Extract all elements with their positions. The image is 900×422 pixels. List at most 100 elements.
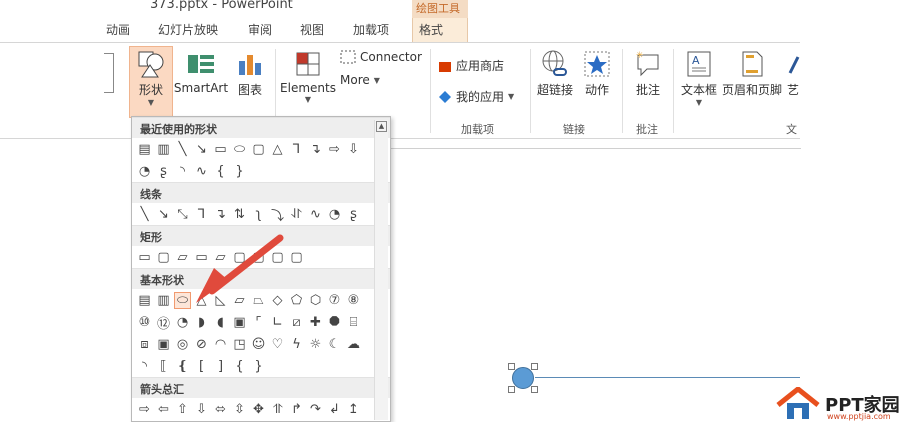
vertical-textbox-shape-icon[interactable]: ▥ xyxy=(155,292,172,309)
cross-shape-icon[interactable]: ✚ xyxy=(307,314,324,331)
left-brace-shape-icon[interactable]: { xyxy=(212,163,229,180)
cloud-shape-icon[interactable]: ☁ xyxy=(345,336,362,353)
moon-shape-icon[interactable]: ☾ xyxy=(326,336,343,353)
rounded-rect-shape-icon[interactable]: ▢ xyxy=(250,141,267,158)
resize-handle[interactable] xyxy=(508,386,515,393)
line-shape-icon[interactable]: ╲ xyxy=(174,141,191,158)
freeform-shape-icon[interactable]: ◔ xyxy=(136,163,153,180)
vertical-textbox-shape-icon[interactable]: ▥ xyxy=(155,141,172,158)
u-turn-arrow-icon[interactable]: ↷ xyxy=(307,401,324,418)
more-button[interactable]: More ▼ xyxy=(340,73,380,87)
right-brace-shape-icon[interactable]: } xyxy=(231,163,248,180)
snip-same-side-rect-icon[interactable]: ▭ xyxy=(193,249,210,266)
pie-shape-icon[interactable]: ◔ xyxy=(174,314,191,331)
slide-line-shape[interactable] xyxy=(535,377,800,378)
left-right-up-arrow-icon[interactable]: ⥣ xyxy=(269,401,286,418)
can-shape-icon[interactable]: ⌸ xyxy=(345,314,362,331)
plaque-shape-icon[interactable]: ⯃ xyxy=(326,314,343,331)
scribble-shape-icon[interactable]: ʂ xyxy=(345,206,362,223)
lightning-bolt-icon[interactable]: ϟ xyxy=(288,336,305,353)
arrow-line-shape-icon[interactable]: ↘ xyxy=(193,141,210,158)
elbow-arrow-connector-icon[interactable]: ↴ xyxy=(212,206,229,223)
right-triangle-shape-icon[interactable]: ◺ xyxy=(212,292,229,309)
double-bracket-icon[interactable]: ⟦ xyxy=(155,358,172,375)
resize-handle[interactable] xyxy=(531,386,538,393)
tab-slideshow[interactable]: 幻灯片放映 xyxy=(158,21,218,38)
curved-arrow-connector-icon[interactable]: ⤵ xyxy=(269,206,286,224)
resize-handle[interactable] xyxy=(531,363,538,370)
bevel-shape-icon[interactable]: ▣ xyxy=(155,336,172,353)
chart-button[interactable]: 图表 xyxy=(233,49,267,98)
bent-up-arrow-icon[interactable]: ↥ xyxy=(345,401,362,418)
freeform-shape-icon[interactable]: ◔ xyxy=(326,206,343,223)
oval-shape-icon[interactable]: ⬭ xyxy=(231,141,248,158)
diamond-shape-icon[interactable]: ◇ xyxy=(269,292,286,309)
no-symbol-shape-icon[interactable]: ⊘ xyxy=(193,336,210,353)
hyperlink-button[interactable]: 超链接 xyxy=(534,49,576,98)
elbow-connector-icon[interactable]: ⅂ xyxy=(193,206,210,223)
round-corner-rect-icon[interactable]: ▢ xyxy=(250,249,267,266)
elements-button[interactable]: Elements ▼ xyxy=(280,49,336,104)
oval-shape-icon[interactable]: ⬭ xyxy=(174,291,191,309)
left-brace-shape-icon[interactable]: { xyxy=(231,358,248,375)
textbox-button[interactable]: A 文本框 ▼ xyxy=(678,49,720,107)
right-arrow-shape-icon[interactable]: ⇨ xyxy=(136,401,153,418)
left-bracket-icon[interactable]: [ xyxy=(193,358,210,375)
triangle-shape-icon[interactable]: △ xyxy=(193,292,210,309)
rectangle-shape-icon[interactable]: ▭ xyxy=(212,141,229,158)
down-arrow-shape-icon[interactable]: ⇩ xyxy=(193,401,210,418)
scroll-up-icon[interactable]: ▲ xyxy=(376,121,387,132)
bent-arrow-icon[interactable]: ↱ xyxy=(288,401,305,418)
scribble-shape-icon[interactable]: ʂ xyxy=(155,163,172,180)
block-arc-shape-icon[interactable]: ◠ xyxy=(212,336,229,353)
tab-addins[interactable]: 加载项 xyxy=(353,21,389,38)
triangle-shape-icon[interactable]: △ xyxy=(269,141,286,158)
gallery-scrollbar[interactable]: ▲ xyxy=(374,120,388,420)
curve-shape-icon[interactable]: ∿ xyxy=(307,206,324,223)
parallelogram-shape-icon[interactable]: ▱ xyxy=(231,292,248,309)
tab-review[interactable]: 审阅 xyxy=(248,21,272,38)
action-button[interactable]: 动作 xyxy=(580,49,614,98)
shapes-button-content[interactable]: 形状 ▼ xyxy=(131,49,171,107)
snip-corner-rect-icon[interactable]: ▱ xyxy=(174,249,191,266)
right-bracket-icon[interactable]: ] xyxy=(212,358,229,375)
elbow-connector-icon[interactable]: ⅂ xyxy=(288,141,305,158)
octagon-shape-icon[interactable]: ⑧ xyxy=(345,292,362,309)
up-arrow-shape-icon[interactable]: ⇧ xyxy=(174,401,191,418)
diagonal-stripe-icon[interactable]: ⧄ xyxy=(288,314,305,331)
rectangle-shape-icon[interactable]: ▭ xyxy=(136,249,153,266)
double-arrow-line-icon[interactable]: ⤡ xyxy=(174,206,191,223)
trapezoid-shape-icon[interactable]: ⏢ xyxy=(250,292,267,309)
left-up-arrow-icon[interactable]: ↲ xyxy=(326,401,343,418)
tab-view[interactable]: 视图 xyxy=(300,21,324,38)
tab-animations[interactable]: 动画 xyxy=(106,21,130,38)
left-right-arrow-icon[interactable]: ⬄ xyxy=(212,401,229,418)
cube-shape-icon[interactable]: ⧈ xyxy=(136,336,153,353)
folded-corner-shape-icon[interactable]: ◳ xyxy=(231,336,248,353)
teardrop-shape-icon[interactable]: ◖ xyxy=(212,314,229,331)
app-store-button[interactable]: 应用商店 xyxy=(438,57,504,74)
l-shape-icon[interactable]: ∟ xyxy=(269,314,286,331)
line-shape-icon[interactable]: ╲ xyxy=(136,206,153,223)
pentagon-shape-icon[interactable]: ⬠ xyxy=(288,292,305,309)
dodecagon-shape-icon[interactable]: ⑫ xyxy=(155,314,172,332)
right-arrow-shape-icon[interactable]: ⇨ xyxy=(326,141,343,158)
heptagon-shape-icon[interactable]: ⑦ xyxy=(326,292,343,309)
elbow-arrow-connector-icon[interactable]: ↴ xyxy=(307,141,324,158)
donut-shape-icon[interactable]: ◎ xyxy=(174,336,191,353)
heart-shape-icon[interactable]: ♡ xyxy=(269,336,286,353)
elbow-double-arrow-icon[interactable]: ⇅ xyxy=(231,206,248,223)
sun-shape-icon[interactable]: ☼ xyxy=(307,336,324,353)
decagon-shape-icon[interactable]: ⑩ xyxy=(136,314,153,331)
snip-diagonal-rect-icon[interactable]: ▱ xyxy=(212,249,229,266)
up-down-arrow-icon[interactable]: ⇳ xyxy=(231,401,248,418)
quad-arrow-icon[interactable]: ✥ xyxy=(250,401,267,418)
smiley-face-icon[interactable]: ☺ xyxy=(250,336,267,353)
comment-button[interactable]: ✳ 批注 xyxy=(628,49,668,98)
left-arrow-shape-icon[interactable]: ⇦ xyxy=(155,401,172,418)
arrow-line-shape-icon[interactable]: ↘ xyxy=(155,206,172,223)
down-arrow-shape-icon[interactable]: ⇩ xyxy=(345,141,362,158)
curved-double-arrow-icon[interactable]: ⥯ xyxy=(288,206,305,223)
frame-shape-icon[interactable]: ▣ xyxy=(231,314,248,331)
textbox-shape-icon[interactable]: ▤ xyxy=(136,141,153,158)
